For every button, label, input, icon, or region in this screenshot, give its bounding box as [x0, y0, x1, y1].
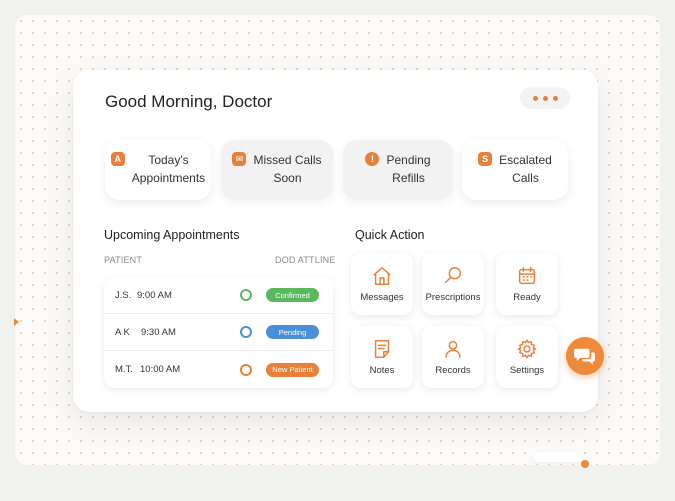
quick-action-ready[interactable]: Ready	[496, 253, 558, 315]
bottom-dot	[581, 460, 589, 468]
stat-label-line2: Refills	[392, 171, 425, 185]
gear-icon	[517, 339, 537, 359]
status-ring-icon	[240, 289, 252, 301]
stat-label-line1: Pending	[386, 153, 431, 167]
appointment-patient: J.S.	[115, 289, 132, 301]
home-icon	[373, 267, 391, 285]
quick-action-prescriptions[interactable]: Prescriptions	[422, 253, 484, 315]
dashboard-card: Good Morning, Doctor A Today's Appointme…	[73, 70, 598, 412]
appointment-time: 9:00 AM	[137, 289, 172, 301]
stat-label-line1: Missed Calls	[253, 153, 322, 167]
quick-action-label: Prescriptions	[425, 292, 481, 303]
chat-button[interactable]	[566, 337, 604, 375]
user-icon	[445, 340, 461, 358]
refill-alert-icon: !	[365, 152, 380, 166]
quick-action-notes[interactable]: Notes	[351, 326, 413, 388]
stat-label-line2: Soon	[273, 171, 302, 185]
appointment-row[interactable]: M.T. 10:00 AM New Patient	[104, 351, 333, 388]
column-header-status: DOD ATTLINE	[275, 255, 336, 265]
stat-label: Pending Refills	[386, 151, 430, 187]
quick-action-label: Settings	[509, 365, 545, 376]
stat-pending-refills[interactable]: ! Pending Refills	[343, 140, 453, 200]
chat-icon	[574, 348, 595, 365]
quick-action-settings[interactable]: Settings	[496, 326, 558, 388]
escalation-icon: S	[478, 152, 493, 166]
more-menu-button[interactable]	[520, 87, 570, 109]
appointment-patient: A K	[115, 326, 130, 338]
bottom-strip	[533, 452, 583, 462]
stat-todays-appointments[interactable]: A Today's Appointments	[105, 140, 211, 200]
quick-action-label: Records	[435, 365, 471, 376]
stat-label: Escalated Calls	[499, 151, 552, 187]
quick-action-title: Quick Action	[355, 228, 425, 242]
quick-action-label: Messages	[360, 292, 404, 303]
more-dot	[542, 95, 548, 101]
status-badge: Pending	[266, 325, 319, 339]
appointment-time: 9:30 AM	[141, 326, 176, 338]
edge-arrow-marker	[14, 318, 19, 326]
more-dot	[552, 95, 558, 101]
quick-action-label: Notes	[369, 365, 395, 376]
quick-action-messages[interactable]: Messages	[351, 253, 413, 315]
status-badge: Confirmed	[266, 288, 319, 302]
envelope-icon: ✉	[232, 152, 247, 166]
appointment-row[interactable]: A K 9:30 AM Pending	[104, 314, 333, 351]
appointments-list: J.S. 9:00 AM Confirmed A K 9:30 AM Pendi…	[104, 277, 333, 388]
greeting-title: Good Morning, Doctor	[105, 92, 273, 111]
notes-icon	[374, 340, 390, 358]
stat-escalated-calls[interactable]: S Escalated Calls	[462, 140, 568, 200]
quick-action-records[interactable]: Records	[422, 326, 484, 388]
calendar-a-icon: A	[110, 152, 125, 166]
upcoming-appointments-title: Upcoming Appointments	[104, 228, 240, 242]
calendar-icon	[518, 267, 536, 285]
column-header-patient: PATIENT	[104, 255, 143, 265]
appointment-time: 10:00 AM	[140, 364, 181, 375]
stat-missed-calls[interactable]: ✉ Missed Calls Soon	[221, 140, 333, 200]
status-ring-icon	[240, 363, 252, 376]
more-dots-icon	[532, 95, 538, 101]
quick-action-label: Ready	[513, 292, 541, 303]
stat-label-line1: Today's	[148, 153, 189, 167]
stat-label-line2: Appointments	[131, 171, 206, 185]
stat-label-line1: Escalated	[499, 153, 552, 167]
status-badge: New Patient	[266, 362, 319, 377]
stat-label: Missed Calls Soon	[253, 151, 321, 187]
appointment-row[interactable]: J.S. 9:00 AM Confirmed	[104, 277, 333, 314]
status-ring-icon	[240, 326, 252, 338]
stat-label: Today's Appointments	[132, 151, 205, 187]
search-icon	[444, 267, 462, 284]
stat-label-line2: Calls	[512, 171, 539, 185]
appointment-patient: M.T.	[115, 364, 133, 375]
